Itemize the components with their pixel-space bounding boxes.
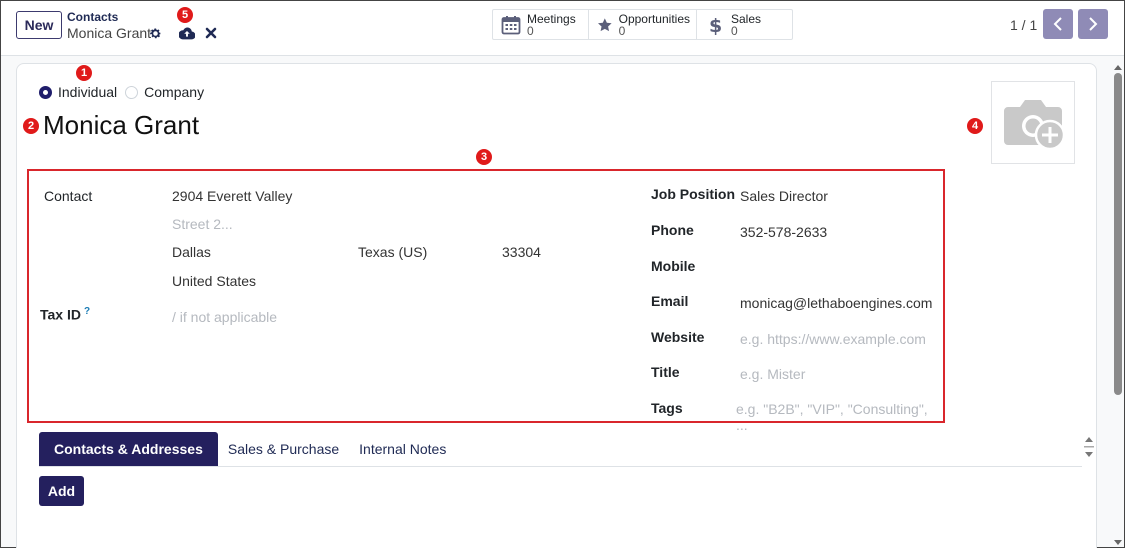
website-label: Website [651, 329, 705, 345]
tags-field[interactable]: e.g. "B2B", "VIP", "Consulting", ... [736, 401, 943, 433]
help-tooltip-icon[interactable]: ? [84, 306, 90, 317]
breadcrumb-current: Monica Grant [67, 25, 152, 41]
title-field[interactable]: e.g. Mister [740, 366, 805, 382]
smart-buttons: Meetings 0 Opportunities 0 $ Sales 0 [492, 9, 793, 40]
email-label: Email [651, 293, 689, 309]
page-scrollbar[interactable] [1111, 63, 1123, 548]
city-field[interactable]: Dallas [172, 244, 211, 260]
control-panel: New Contacts Monica Grant Meetings 0 Opp… [1, 1, 1124, 56]
dollar-icon: $ [709, 15, 722, 35]
close-icon[interactable] [205, 27, 217, 39]
camera-add-icon [1004, 99, 1066, 150]
svg-text:$: $ [709, 15, 722, 35]
opportunities-smart-button[interactable]: Opportunities 0 [589, 10, 697, 39]
form-sheet: Individual Company Monica Grant Contact … [16, 63, 1097, 548]
meetings-smart-button[interactable]: Meetings 0 [493, 10, 589, 39]
street-field[interactable]: 2904 Everett Valley [172, 188, 292, 204]
contact-details-group: Contact 2904 Everett Valley Street 2... … [27, 169, 945, 433]
sort-arrows-icon[interactable] [1084, 434, 1094, 462]
sales-count: 0 [731, 24, 738, 38]
street2-field[interactable]: Street 2... [172, 216, 233, 232]
radio-individual-label: Individual [58, 84, 118, 100]
meetings-label: Meetings [527, 12, 576, 26]
mobile-field[interactable] [740, 260, 940, 278]
tax-id-label: Tax ID? [40, 306, 90, 323]
new-button[interactable]: New [16, 11, 62, 39]
tab-sales-purchase[interactable]: Sales & Purchase [218, 432, 349, 466]
avatar-upload[interactable] [991, 81, 1075, 164]
annotation-marker-2: 2 [22, 117, 40, 135]
job-position-label: Job Position [651, 186, 735, 202]
pager-next-button[interactable] [1078, 9, 1108, 39]
job-position-field[interactable]: Sales Director [740, 188, 828, 204]
breadcrumb-contacts[interactable]: Contacts [67, 10, 118, 24]
state-field[interactable]: Texas (US) [358, 244, 427, 260]
annotation-marker-3: 3 [475, 148, 493, 166]
contact-name-field[interactable]: Monica Grant [43, 110, 199, 141]
title-label: Title [651, 364, 680, 380]
contact-label: Contact [44, 188, 93, 204]
radio-checked-icon [39, 85, 52, 99]
opportunities-label: Opportunities [618, 12, 690, 26]
tab-internal-notes[interactable]: Internal Notes [349, 432, 456, 466]
radio-company[interactable]: Company [125, 84, 204, 100]
radio-unchecked-icon [125, 85, 139, 99]
chevron-right-icon [1089, 17, 1098, 31]
meetings-count: 0 [527, 24, 534, 38]
mobile-label: Mobile [651, 258, 696, 274]
scrollbar-thumb[interactable] [1114, 73, 1122, 395]
scroll-down-icon[interactable] [1113, 539, 1123, 547]
country-field[interactable]: United States [172, 273, 256, 289]
notebook-tabs: Contacts & Addresses Sales & Purchase In… [39, 432, 456, 466]
add-contact-button[interactable]: Add [39, 476, 84, 506]
email-field[interactable]: monicag@lethaboengines.com [740, 295, 932, 311]
annotation-marker-4: 4 [966, 117, 984, 135]
tags-label: Tags [651, 400, 683, 416]
zip-field[interactable]: 33304 [502, 244, 541, 260]
pager-previous-button[interactable] [1043, 9, 1073, 39]
phone-field[interactable]: 352-578-2633 [740, 224, 827, 240]
tax-id-label-text: Tax ID [40, 306, 81, 323]
tab-divider [39, 466, 1082, 467]
phone-label: Phone [651, 222, 694, 238]
chevron-left-icon [1053, 17, 1062, 31]
sales-smart-button[interactable]: $ Sales 0 [697, 10, 792, 39]
scroll-up-icon[interactable] [1113, 63, 1123, 71]
tab-contacts-addresses[interactable]: Contacts & Addresses [39, 432, 218, 466]
gear-icon[interactable] [149, 27, 162, 40]
website-field[interactable]: e.g. https://www.example.com [740, 331, 926, 347]
company-type-radio: Individual Company [39, 84, 212, 100]
tax-id-field[interactable]: / if not applicable [172, 309, 277, 325]
annotation-marker-5: 5 [176, 6, 194, 24]
radio-individual[interactable]: Individual [39, 84, 117, 100]
radio-company-label: Company [144, 84, 205, 100]
star-icon [598, 18, 612, 32]
cloud-upload-icon[interactable] [179, 26, 195, 40]
annotation-marker-1: 1 [75, 64, 93, 82]
pager-counter[interactable]: 1 / 1 [1010, 17, 1037, 33]
calendar-icon [501, 16, 521, 35]
opportunities-count: 0 [618, 24, 626, 38]
